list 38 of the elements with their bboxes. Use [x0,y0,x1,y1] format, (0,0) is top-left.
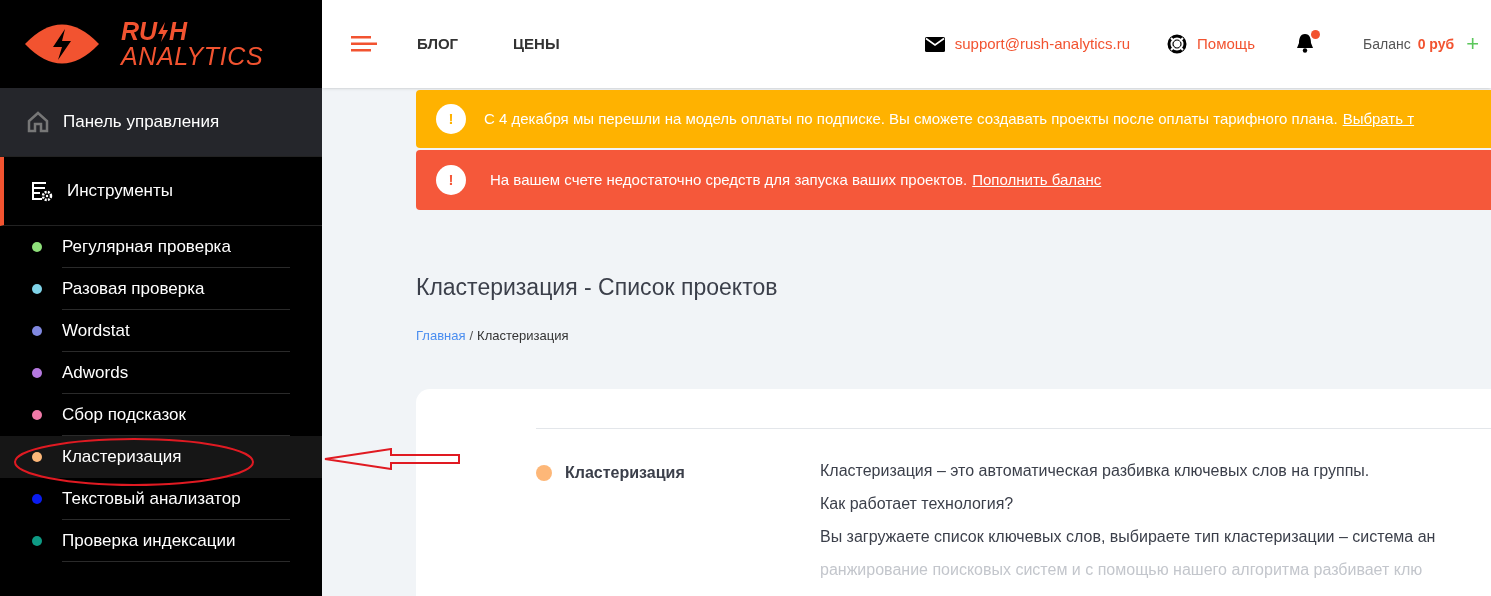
menu-icon[interactable] [351,36,377,52]
page-title: Кластеризация - Список проектов [416,273,779,302]
nav-link[interactable]: БЛОГ [417,32,459,56]
envelope-icon [924,36,945,52]
description-text: Кластеризация – это автоматическая разбивка ключевых слов на группы. [820,461,1371,481]
sidebar-item[interactable]: Кластеризация [0,436,322,478]
alert-icon: ! [436,165,466,195]
sidebar-item[interactable]: Проверка индексации [0,520,322,562]
sidebar-item[interactable]: Текстовый анализатор [0,478,322,520]
balance-label: Баланс [1363,34,1411,54]
home-icon [27,111,49,133]
tool-name: Кластеризация [565,463,685,483]
sidebar-item[interactable]: Регулярная проверка [0,226,322,268]
breadcrumb-separator: / [469,326,474,345]
alert-text: На вашем счете недостаточно средств для запуска ваших проектов. [490,169,968,190]
email-link[interactable]: support@rush-analytics.ru [954,32,1131,56]
breadcrumb-current: Кластеризация [477,326,569,345]
sidebar-item[interactable]: Adwords [0,352,322,394]
logo-text: RU [121,19,158,44]
sidebar-item[interactable]: Wordstat [0,310,322,352]
description-text: Как работает технология? [820,494,1015,514]
description-text: Вы загружаете список ключевых слов, выбираете тип кластеризации – система ан [820,527,1436,547]
sidebar-item[interactable]: Разовая проверка [0,268,322,310]
lifebuoy-icon[interactable] [1167,34,1188,54]
nav-link[interactable]: ЦЕНЫ [513,32,560,56]
description-text: ранжирование поисковых систем и с помощью нашего алгоритма разбивает клю [820,560,1424,580]
alert-text: С 4 декабря мы перешли на модель оплаты по подписке. Вы сможете создавать проекты после оплаты тарифного плана. [484,108,1338,129]
balance-value: 0 руб [1417,34,1455,54]
logo-text: ANALYTICS [121,44,264,69]
lightning-icon [157,21,170,42]
sidebar-item[interactable]: Панель управления [0,88,322,157]
sidebar-item[interactable]: Инструменты [0,157,322,226]
help-link[interactable]: Помощь [1197,32,1255,56]
bell-icon[interactable] [1295,33,1317,55]
logo-text: H [169,19,188,44]
alert-icon: ! [436,104,466,134]
logo-icon [25,23,99,65]
window-gear-icon [31,180,53,202]
